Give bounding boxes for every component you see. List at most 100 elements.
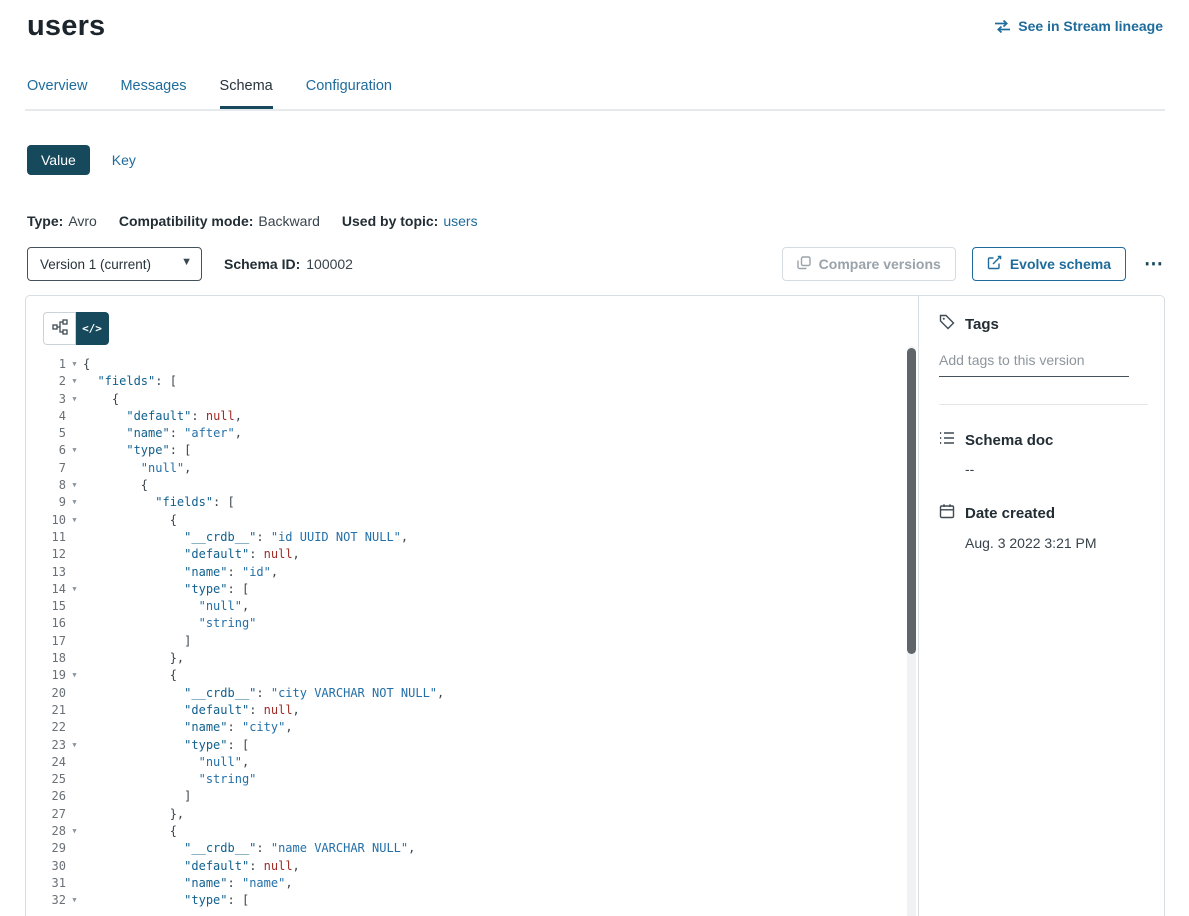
tab-bar-divider [25, 109, 1165, 111]
scrollbar-thumb[interactable] [907, 348, 916, 654]
fold-toggle-icon[interactable]: ▼ [66, 737, 83, 754]
editor-view-toggle: </> [43, 312, 109, 345]
tab-messages[interactable]: Messages [120, 78, 186, 109]
code-line: 10▼ { [26, 512, 918, 529]
fold-spacer [66, 460, 83, 477]
code-line: 11 "__crdb__": "id UUID NOT NULL", [26, 529, 918, 546]
fold-toggle-icon[interactable]: ▼ [66, 823, 83, 840]
line-number: 27 [26, 806, 66, 823]
fold-spacer [66, 719, 83, 736]
sidebar-divider [939, 404, 1148, 405]
schema-toggle-key[interactable]: Key [112, 145, 136, 175]
fold-spacer [66, 529, 83, 546]
line-number: 3 [26, 391, 66, 408]
fold-toggle-icon[interactable]: ▼ [66, 477, 83, 494]
code-text: "default": null, [83, 858, 300, 875]
fold-toggle-icon[interactable]: ▼ [66, 512, 83, 529]
line-number: 28 [26, 823, 66, 840]
compare-versions-button[interactable]: Compare versions [782, 247, 956, 281]
schema-editor-panel: </> 1▼{2▼ "fields": [3▼ {4 "default": nu… [26, 296, 919, 916]
code-line: 20 "__crdb__": "city VARCHAR NOT NULL", [26, 685, 918, 702]
line-number: 30 [26, 858, 66, 875]
fold-toggle-icon[interactable]: ▼ [66, 373, 83, 390]
meta-compatibility: Compatibility mode: Backward [119, 213, 320, 229]
code-text: "default": null, [83, 702, 300, 719]
tab-configuration[interactable]: Configuration [306, 78, 392, 109]
tab-bar: Overview Messages Schema Configuration [0, 78, 1189, 109]
fold-toggle-icon[interactable]: ▼ [66, 581, 83, 598]
line-number: 20 [26, 685, 66, 702]
code-text: "name": "after", [83, 425, 242, 442]
evolve-schema-button[interactable]: Evolve schema [972, 247, 1126, 281]
schema-toolbar: Version 1 (current) ▼ Schema ID: 100002 … [27, 247, 1165, 281]
schema-doc-value: -- [965, 461, 1148, 477]
date-created-title: Date created [965, 505, 1055, 522]
date-created-value: Aug. 3 2022 3:21 PM [965, 535, 1148, 551]
schema-content: </> 1▼{2▼ "fields": [3▼ {4 "default": nu… [25, 295, 1165, 916]
line-number: 8 [26, 477, 66, 494]
code-line: 30 "default": null, [26, 858, 918, 875]
line-number: 15 [26, 598, 66, 615]
code-text: "null", [83, 754, 249, 771]
line-number: 10 [26, 512, 66, 529]
tab-schema[interactable]: Schema [220, 78, 273, 109]
code-text: "string" [83, 615, 256, 632]
version-select[interactable]: Version 1 (current) [27, 247, 202, 281]
fold-spacer [66, 788, 83, 805]
schema-toggle-value[interactable]: Value [27, 145, 90, 175]
line-number: 5 [26, 425, 66, 442]
code-view-button[interactable]: </> [76, 312, 109, 345]
schema-page: users See in Stream lineage Overview Mess… [0, 0, 1189, 916]
code-text: { [83, 667, 177, 684]
toolbar-actions: Compare versions Evolve schema ⋯ [782, 247, 1165, 281]
code-text: "null", [83, 598, 249, 615]
code-line: 7 "null", [26, 460, 918, 477]
code-line: 15 "null", [26, 598, 918, 615]
code-text: { [83, 391, 119, 408]
fold-spacer [66, 702, 83, 719]
line-number: 9 [26, 494, 66, 511]
fold-toggle-icon[interactable]: ▼ [66, 442, 83, 459]
evolve-schema-label: Evolve schema [1010, 256, 1111, 272]
tags-input[interactable] [939, 350, 1129, 377]
fold-toggle-icon[interactable]: ▼ [66, 494, 83, 511]
code-line: 32▼ "type": [ [26, 892, 918, 909]
line-number: 11 [26, 529, 66, 546]
topic-link[interactable]: users [443, 213, 477, 229]
line-number: 22 [26, 719, 66, 736]
line-number: 14 [26, 581, 66, 598]
calendar-icon [939, 503, 955, 523]
tags-title: Tags [965, 316, 999, 333]
fold-toggle-icon[interactable]: ▼ [66, 356, 83, 373]
fold-toggle-icon[interactable]: ▼ [66, 667, 83, 684]
code-text: "name": "id", [83, 564, 278, 581]
code-text: }, [83, 650, 184, 667]
code-line: 12 "default": null, [26, 546, 918, 563]
tab-overview[interactable]: Overview [27, 78, 87, 109]
line-number: 23 [26, 737, 66, 754]
line-number: 24 [26, 754, 66, 771]
line-number: 13 [26, 564, 66, 581]
fold-spacer [66, 650, 83, 667]
stream-lineage-link[interactable]: See in Stream lineage [994, 18, 1163, 34]
fold-spacer [66, 598, 83, 615]
fold-spacer [66, 546, 83, 563]
schema-doc-title: Schema doc [965, 432, 1053, 449]
line-number: 17 [26, 633, 66, 650]
line-number: 7 [26, 460, 66, 477]
code-text: }, [83, 806, 184, 823]
schema-doc-section: Schema doc -- [939, 431, 1148, 477]
tree-view-button[interactable] [43, 312, 76, 345]
line-number: 26 [26, 788, 66, 805]
code-line: 8▼ { [26, 477, 918, 494]
code-line: 17 ] [26, 633, 918, 650]
scrollbar-track[interactable] [907, 346, 916, 916]
code-text: "type": [ [83, 892, 249, 909]
line-number: 4 [26, 408, 66, 425]
fold-toggle-icon[interactable]: ▼ [66, 391, 83, 408]
fold-toggle-icon[interactable]: ▼ [66, 892, 83, 909]
compatibility-value: Backward [258, 213, 319, 229]
fold-spacer [66, 564, 83, 581]
more-options-button[interactable]: ⋯ [1142, 255, 1165, 274]
line-number: 18 [26, 650, 66, 667]
